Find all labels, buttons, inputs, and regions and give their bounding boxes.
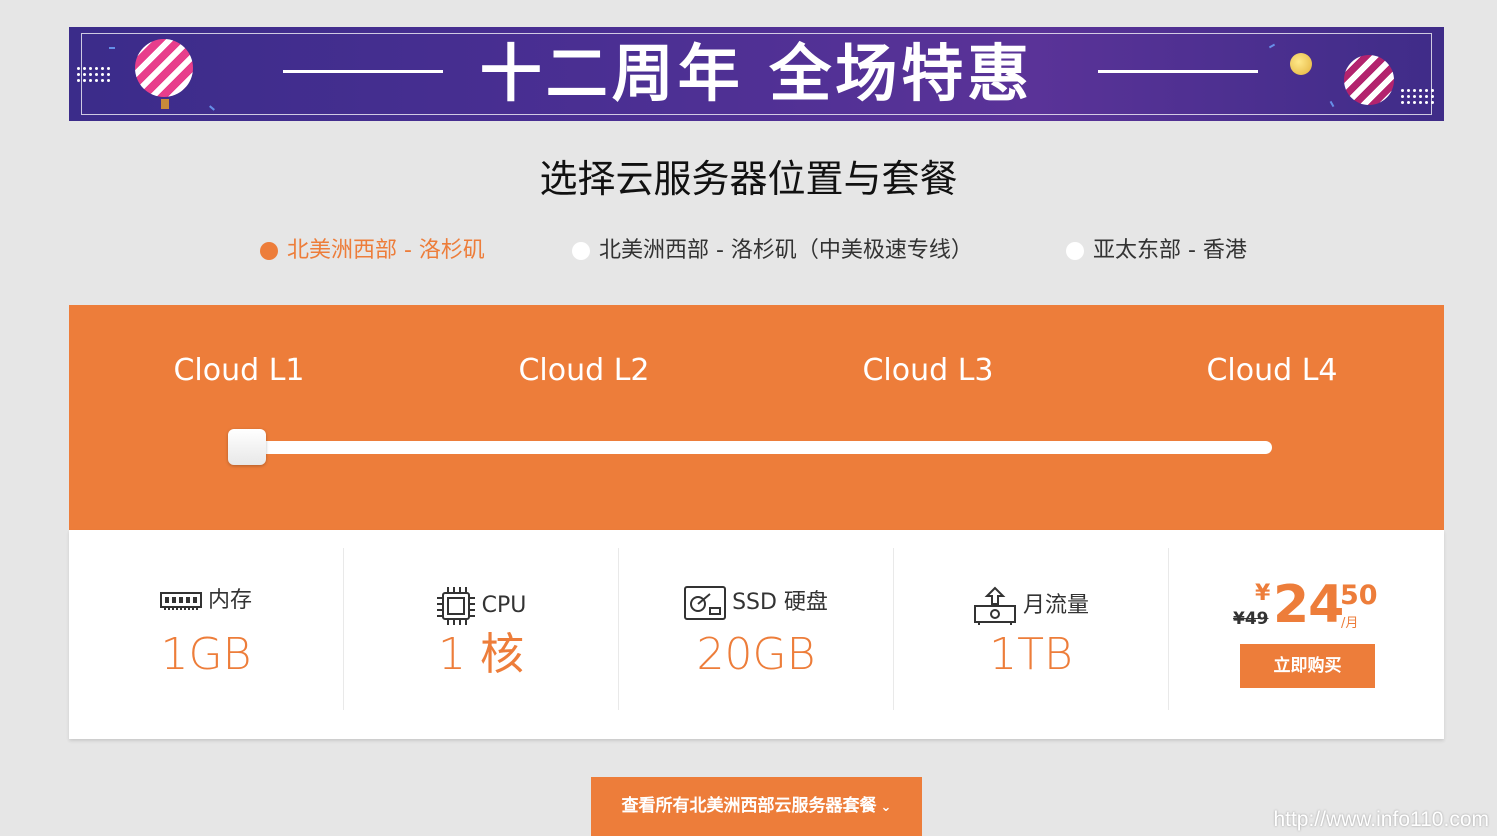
- radio-icon: [1066, 242, 1084, 260]
- cpu-icon: [436, 587, 475, 625]
- plan-option-l4[interactable]: Cloud L4: [1172, 351, 1372, 391]
- buy-now-button[interactable]: 立即购买: [1240, 644, 1375, 688]
- hot-air-balloon-icon: [135, 39, 193, 109]
- location-label: 亚太东部 - 香港: [1093, 238, 1247, 263]
- spec-value: 1 核: [438, 629, 524, 680]
- price-integer: 24: [1273, 575, 1344, 635]
- spec-label: SSD 硬盘: [732, 590, 828, 615]
- radio-icon: [572, 242, 590, 260]
- view-all-plans-button[interactable]: 查看所有北美洲西部云服务器套餐 ⌄: [591, 777, 922, 836]
- plan-option-l1[interactable]: Cloud L1: [139, 351, 339, 391]
- spec-memory: 内存 1GB: [69, 548, 344, 710]
- confetti: [109, 47, 115, 49]
- spec-value: 1GB: [160, 629, 252, 680]
- spec-value: 1TB: [989, 629, 1073, 680]
- yellow-balloon-icon: [1290, 53, 1312, 75]
- location-option-la-cn2[interactable]: 北美洲西部 - 洛杉矶（中美极速专线）: [572, 236, 973, 266]
- price-decimal: 50: [1340, 580, 1378, 611]
- page-title: 选择云服务器位置与套餐: [539, 157, 958, 201]
- price: ¥49 ¥ 24 50 /月: [1233, 575, 1393, 635]
- location-label: 北美洲西部 - 洛杉矶: [287, 238, 485, 263]
- dots-decoration-right: [1401, 89, 1434, 104]
- plan-selector: Cloud L1 Cloud L2 Cloud L3 Cloud L4: [69, 305, 1444, 530]
- chevron-down-icon: ⌄: [880, 800, 892, 815]
- banner-title: 十二周年 全场特惠: [479, 37, 1034, 110]
- spec-traffic: 月流量 1TB: [894, 548, 1169, 710]
- spec-value: 20GB: [696, 629, 816, 680]
- traffic-icon: [973, 586, 1016, 625]
- location-option-la[interactable]: 北美洲西部 - 洛杉矶: [260, 236, 485, 266]
- plan-specs-card: 内存 1GB CPU 1 核 SSD 硬盘 20GB 月流量 1TB ¥49 ¥…: [69, 530, 1444, 739]
- currency-symbol: ¥: [1255, 581, 1271, 606]
- spec-label: 内存: [207, 588, 252, 613]
- plan-slider-track[interactable]: [238, 441, 1272, 454]
- original-price: ¥49: [1233, 609, 1269, 629]
- location-label: 北美洲西部 - 洛杉矶（中美极速专线）: [599, 238, 973, 263]
- spec-label: CPU: [481, 593, 527, 618]
- location-option-hk[interactable]: 亚太东部 - 香港: [1066, 236, 1247, 266]
- watermark: http://www.info110.com: [1273, 808, 1489, 831]
- spec-cpu: CPU 1 核: [344, 548, 619, 710]
- radio-selected-icon: [260, 242, 278, 260]
- plan-option-l2[interactable]: Cloud L2: [484, 351, 684, 391]
- spec-label: 月流量: [1022, 593, 1089, 618]
- plan-slider-handle[interactable]: [228, 429, 266, 465]
- spec-disk: SSD 硬盘 20GB: [619, 548, 894, 710]
- plan-option-l3[interactable]: Cloud L3: [828, 351, 1028, 391]
- ssd-icon: [684, 586, 727, 620]
- memory-icon: [159, 592, 202, 610]
- view-all-label: 查看所有北美洲西部云服务器套餐: [621, 796, 877, 816]
- striped-ball-icon: [1344, 55, 1394, 105]
- dots-decoration-left: [77, 67, 110, 82]
- location-selector: 北美洲西部 - 洛杉矶 北美洲西部 - 洛杉矶（中美极速专线） 亚太东部 - 香…: [0, 236, 1497, 268]
- promo-banner[interactable]: 十二周年 全场特惠: [69, 27, 1444, 121]
- price-period: /月: [1341, 616, 1359, 631]
